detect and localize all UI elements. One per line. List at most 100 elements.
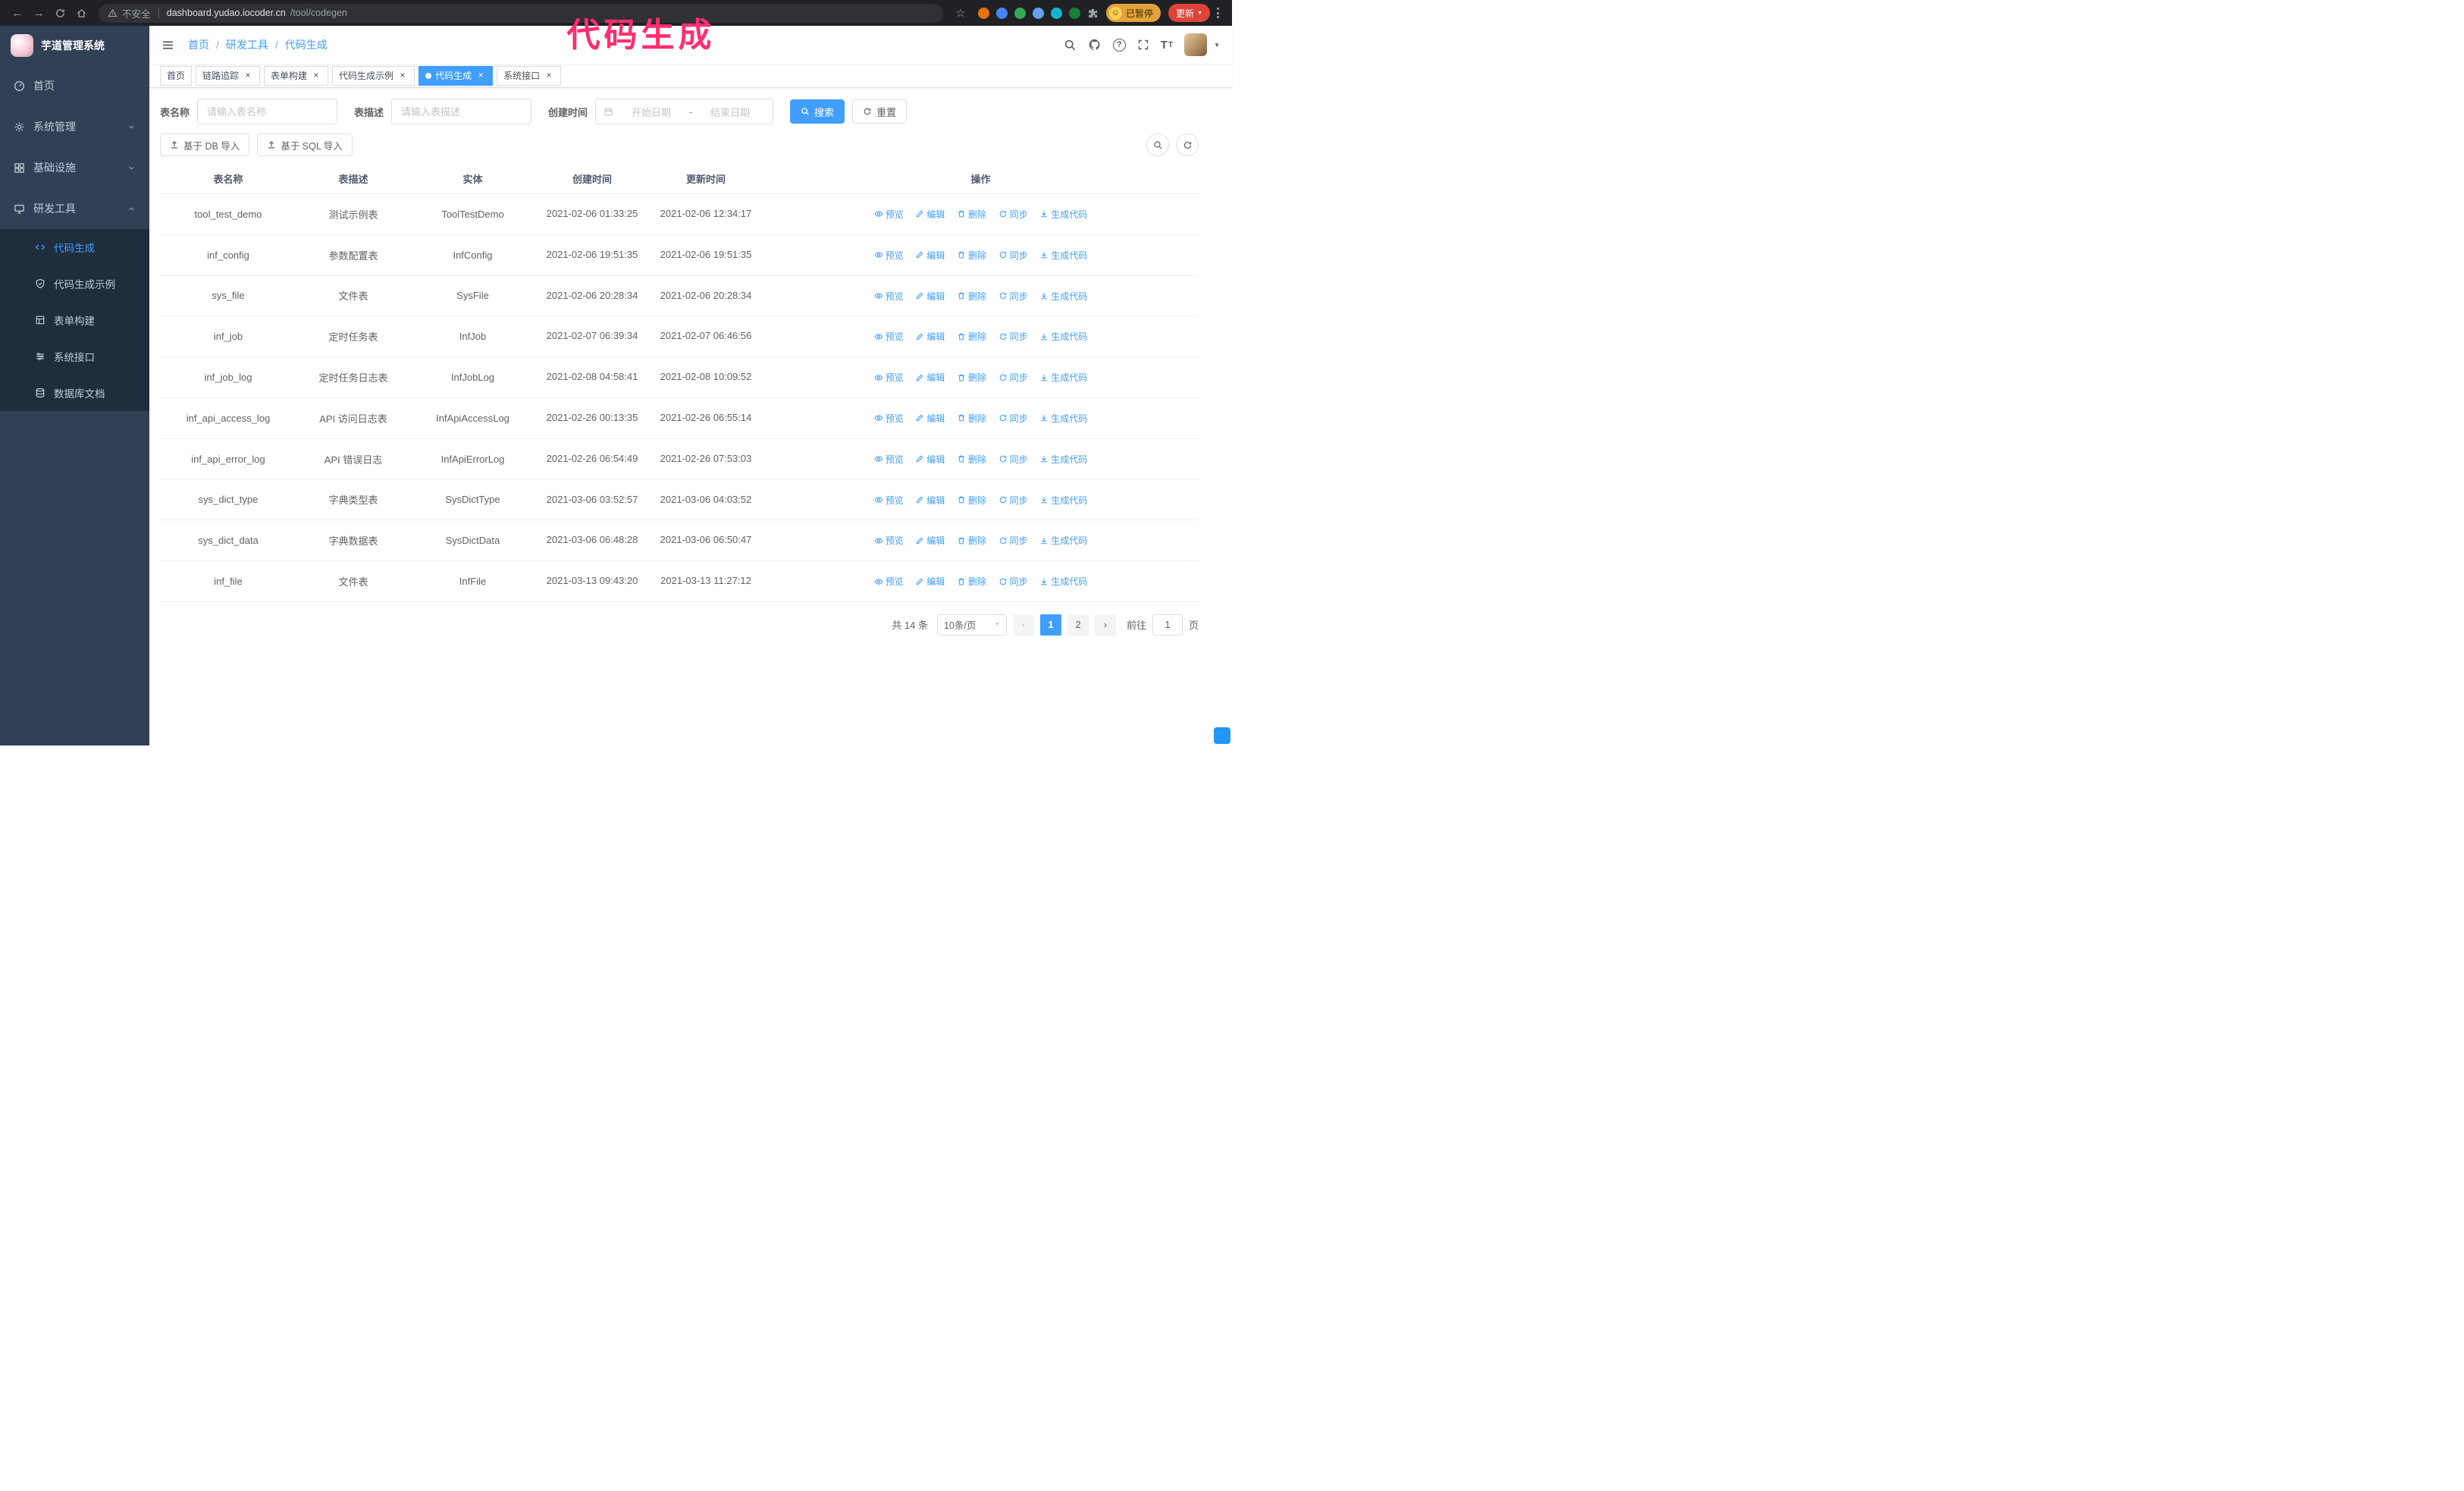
search-icon[interactable] <box>1064 39 1077 52</box>
page-number-button[interactable]: 2 <box>1067 614 1089 636</box>
sync-link[interactable]: 同步 <box>998 575 1028 588</box>
edit-link[interactable]: 编辑 <box>915 494 945 507</box>
delete-link[interactable]: 删除 <box>957 494 986 507</box>
delete-link[interactable]: 删除 <box>957 453 986 466</box>
user-avatar[interactable] <box>1184 33 1208 56</box>
date-range-picker[interactable]: 开始日期 - 结束日期 <box>595 99 774 124</box>
next-page-button[interactable]: › <box>1094 614 1116 636</box>
delete-link[interactable]: 删除 <box>957 208 986 221</box>
edit-link[interactable]: 编辑 <box>915 249 945 262</box>
view-tab[interactable]: 系统接口 × <box>497 65 562 86</box>
github-icon[interactable] <box>1088 38 1102 52</box>
import-sql-button[interactable]: 基于 SQL 导入 <box>257 133 353 156</box>
preview-link[interactable]: 预览 <box>874 330 904 343</box>
edit-link[interactable]: 编辑 <box>915 208 945 221</box>
sidebar-item-api[interactable]: 系统接口 <box>0 338 149 375</box>
view-tab[interactable]: 链路追踪 × <box>196 65 261 86</box>
preview-link[interactable]: 预览 <box>874 249 904 262</box>
search-button[interactable]: 搜索 <box>790 99 845 124</box>
preview-link[interactable]: 预览 <box>874 412 904 425</box>
browser-forward-icon[interactable]: → <box>29 3 49 23</box>
edit-link[interactable]: 编辑 <box>915 330 945 343</box>
delete-link[interactable]: 删除 <box>957 290 986 303</box>
delete-link[interactable]: 删除 <box>957 330 986 343</box>
browser-reload-icon[interactable] <box>50 3 70 23</box>
breadcrumb-item[interactable]: / 代码生成 <box>268 37 328 52</box>
table-desc-input[interactable] <box>391 99 532 124</box>
preview-link[interactable]: 预览 <box>874 371 904 384</box>
sidebar-item-form-builder[interactable]: 表单构建 <box>0 302 149 338</box>
sidebar-item-infrastructure[interactable]: 基础设施 <box>0 147 149 188</box>
page-number-button[interactable]: 1 <box>1039 614 1061 636</box>
goto-page-input[interactable] <box>1152 614 1183 636</box>
page-size-select[interactable]: 10条/页 ▼ <box>936 614 1007 636</box>
sidebar-item-home[interactable]: 首页 <box>0 65 149 106</box>
sync-link[interactable]: 同步 <box>998 249 1028 262</box>
view-tab[interactable]: 首页 <box>160 65 193 86</box>
import-db-button[interactable]: 基于 DB 导入 <box>160 133 250 156</box>
generate-code-link[interactable]: 生成代码 <box>1039 412 1087 425</box>
sidebar-item-codegen[interactable]: 代码生成 <box>0 229 149 265</box>
generate-code-link[interactable]: 生成代码 <box>1039 494 1087 507</box>
sync-link[interactable]: 同步 <box>998 371 1028 384</box>
edit-link[interactable]: 编辑 <box>915 290 945 303</box>
delete-link[interactable]: 删除 <box>957 412 986 425</box>
sync-link[interactable]: 同步 <box>998 412 1028 425</box>
extension-icon[interactable] <box>1033 7 1045 19</box>
sync-link[interactable]: 同步 <box>998 453 1028 466</box>
edit-link[interactable]: 编辑 <box>915 534 945 547</box>
preview-link[interactable]: 预览 <box>874 453 904 466</box>
delete-link[interactable]: 删除 <box>957 371 986 384</box>
extension-icon[interactable] <box>996 7 1008 19</box>
sidebar-item-devtools[interactable]: 研发工具 <box>0 188 149 229</box>
sync-link[interactable]: 同步 <box>998 534 1028 547</box>
preview-link[interactable]: 预览 <box>874 534 904 547</box>
browser-back-icon[interactable]: ← <box>8 3 27 23</box>
generate-code-link[interactable]: 生成代码 <box>1039 575 1087 588</box>
browser-home-icon[interactable] <box>71 3 91 23</box>
edit-link[interactable]: 编辑 <box>915 575 945 588</box>
close-icon[interactable]: × <box>475 70 486 81</box>
toggle-search-button[interactable] <box>1146 133 1169 156</box>
generate-code-link[interactable]: 生成代码 <box>1039 534 1087 547</box>
breadcrumb-item[interactable]: / 研发工具 <box>209 37 268 52</box>
close-icon[interactable]: × <box>544 70 554 81</box>
browser-menu-icon[interactable] <box>1212 8 1224 18</box>
profile-paused-chip[interactable]: ☺ 已暂停 <box>1106 4 1161 22</box>
breadcrumb-item[interactable]: / 首页 <box>188 37 209 52</box>
preview-link[interactable]: 预览 <box>874 494 904 507</box>
delete-link[interactable]: 删除 <box>957 249 986 262</box>
edit-link[interactable]: 编辑 <box>915 371 945 384</box>
font-size-icon[interactable]: TT <box>1161 39 1173 52</box>
floating-widget[interactable] <box>1214 727 1230 744</box>
sidebar-item-system[interactable]: 系统管理 <box>0 106 149 147</box>
preview-link[interactable]: 预览 <box>874 575 904 588</box>
app-logo[interactable]: 芋道管理系统 <box>0 26 149 65</box>
view-tab[interactable]: 代码生成示例 × <box>332 65 415 86</box>
sync-link[interactable]: 同步 <box>998 494 1028 507</box>
extensions-puzzle-icon[interactable] <box>1087 8 1099 19</box>
view-tab[interactable]: 表单构建 × <box>264 65 329 86</box>
preview-link[interactable]: 预览 <box>874 290 904 303</box>
extension-icon[interactable] <box>1014 7 1027 19</box>
close-icon[interactable]: × <box>311 70 321 81</box>
view-tab[interactable]: 代码生成 × <box>419 65 494 86</box>
generate-code-link[interactable]: 生成代码 <box>1039 290 1087 303</box>
generate-code-link[interactable]: 生成代码 <box>1039 249 1087 262</box>
generate-code-link[interactable]: 生成代码 <box>1039 208 1087 221</box>
sidebar-toggle-icon[interactable] <box>161 39 174 52</box>
generate-code-link[interactable]: 生成代码 <box>1039 330 1087 343</box>
delete-link[interactable]: 删除 <box>957 534 986 547</box>
sidebar-item-codegen-example[interactable]: 代码生成示例 <box>0 265 149 302</box>
sync-link[interactable]: 同步 <box>998 208 1028 221</box>
sync-link[interactable]: 同步 <box>998 330 1028 343</box>
help-icon[interactable]: ? <box>1112 38 1126 52</box>
address-bar[interactable]: 不安全 | dashboard.yudao.iocoder.cn/tool/co… <box>99 3 944 23</box>
close-icon[interactable]: × <box>243 70 253 81</box>
delete-link[interactable]: 删除 <box>957 575 986 588</box>
close-icon[interactable]: × <box>397 70 408 81</box>
refresh-table-button[interactable] <box>1176 133 1199 156</box>
sidebar-item-db-doc[interactable]: 数据库文档 <box>0 375 149 411</box>
browser-update-button[interactable]: 更新 ▼ <box>1168 4 1210 22</box>
edit-link[interactable]: 编辑 <box>915 453 945 466</box>
